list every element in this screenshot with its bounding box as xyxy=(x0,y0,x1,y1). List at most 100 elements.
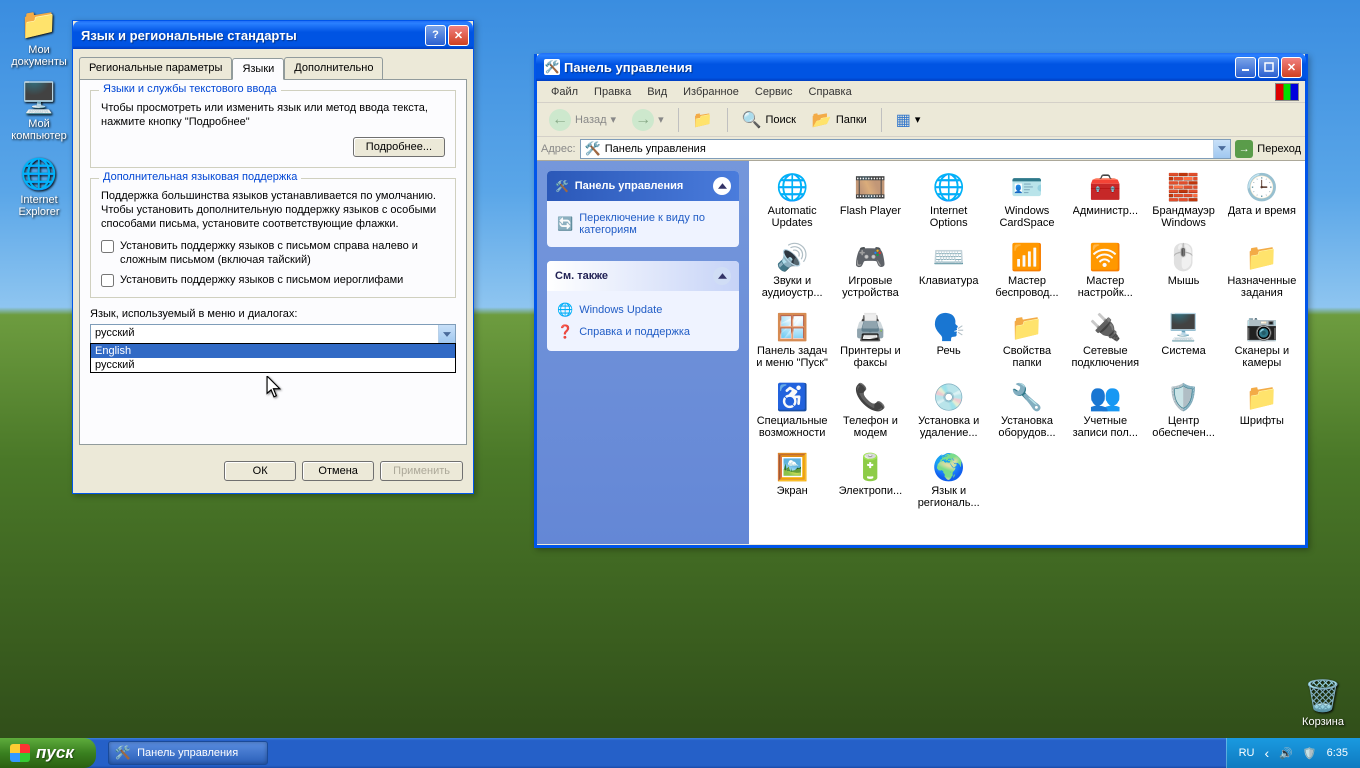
tab-languages[interactable]: Языки xyxy=(232,58,284,80)
control-panel-item[interactable]: 🎞️Flash Player xyxy=(831,169,909,239)
folder-up-icon: 📁 xyxy=(693,110,713,130)
taskbar-button-control-panel[interactable]: 🛠️ Панель управления xyxy=(108,741,268,765)
details-button[interactable]: Подробнее... xyxy=(353,137,445,157)
collapse-button[interactable] xyxy=(713,177,731,195)
cp-item-label: Windows CardSpace xyxy=(991,205,1063,229)
control-panel-item[interactable]: ♿Специальные возможности xyxy=(753,379,831,449)
close-button[interactable]: ✕ xyxy=(1281,57,1302,78)
menu-view[interactable]: Вид xyxy=(639,83,675,101)
tab-regional[interactable]: Региональные параметры xyxy=(79,57,232,79)
language-indicator[interactable]: RU xyxy=(1239,747,1255,759)
side-panel-header[interactable]: 🛠️ Панель управления xyxy=(547,171,739,201)
control-panel-item[interactable]: 📷Сканеры и камеры xyxy=(1223,309,1301,379)
dialog-titlebar[interactable]: Язык и региональные стандарты ? ✕ xyxy=(73,21,473,49)
go-button[interactable]: → Переход xyxy=(1235,140,1301,158)
control-panel-item[interactable]: 🌐Automatic Updates xyxy=(753,169,831,239)
windows-update-link[interactable]: 🌐 Windows Update xyxy=(557,299,729,321)
taskbar-button-label: Панель управления xyxy=(137,747,238,759)
collapse-button[interactable] xyxy=(713,267,731,285)
control-panel-item[interactable]: 🛡️Центр обеспечен... xyxy=(1144,379,1222,449)
control-panel-item[interactable]: 🧰Администр... xyxy=(1066,169,1144,239)
check-rtl-complex[interactable]: Установить поддержку языков с письмом сп… xyxy=(101,239,445,267)
cp-item-label: Язык и региональ... xyxy=(913,485,985,509)
address-dropdown-button[interactable] xyxy=(1213,140,1230,158)
cp-item-icon: 🧰 xyxy=(1089,171,1121,203)
control-panel-item[interactable]: 🌐Internet Options xyxy=(910,169,988,239)
combo-dropdown-button[interactable] xyxy=(438,325,455,343)
control-panel-item[interactable]: 🖼️Экран xyxy=(753,449,831,519)
help-support-link[interactable]: ❓ Справка и поддержка xyxy=(557,321,729,343)
close-button[interactable]: ✕ xyxy=(448,25,469,46)
back-button[interactable]: ← Назад ▾ xyxy=(543,105,622,135)
cp-item-icon: 💿 xyxy=(933,381,965,413)
tab-advanced[interactable]: Дополнительно xyxy=(284,57,383,79)
control-panel-item[interactable]: 🪪Windows CardSpace xyxy=(988,169,1066,239)
address-input[interactable]: 🛠️ Панель управления xyxy=(580,139,1232,159)
control-panel-item[interactable]: 📞Телефон и модем xyxy=(831,379,909,449)
control-panel-item[interactable]: 🔧Установка оборудов... xyxy=(988,379,1066,449)
combo-option-english[interactable]: English xyxy=(91,344,455,358)
control-panel-item[interactable]: 🕒Дата и время xyxy=(1223,169,1301,239)
control-panel-item[interactable]: 📁Назначенные задания xyxy=(1223,239,1301,309)
menu-favorites[interactable]: Избранное xyxy=(675,83,747,101)
cp-item-label: Звуки и аудиоустр... xyxy=(756,275,828,299)
menu-help[interactable]: Справка xyxy=(801,83,860,101)
explorer-titlebar[interactable]: 🛠️ Панель управления ✕ xyxy=(536,53,1306,81)
check-east-asian[interactable]: Установить поддержку языков с письмом ие… xyxy=(101,273,445,287)
control-panel-item[interactable]: 🖱️Мышь xyxy=(1144,239,1222,309)
checkbox-rtl[interactable] xyxy=(101,240,114,253)
minimize-button[interactable] xyxy=(1235,57,1256,78)
control-panel-item[interactable]: 📁Свойства папки xyxy=(988,309,1066,379)
language-combo[interactable]: русский English русский xyxy=(90,324,456,344)
control-panel-item[interactable]: 📁Шрифты xyxy=(1223,379,1301,449)
control-panel-item[interactable]: 🔊Звуки и аудиоустр... xyxy=(753,239,831,309)
control-panel-item[interactable]: 🧱Брандмауэр Windows xyxy=(1144,169,1222,239)
control-panel-item[interactable]: ⌨️Клавиатура xyxy=(910,239,988,309)
search-button[interactable]: 🔍 Поиск xyxy=(736,106,802,134)
my-documents-icon[interactable]: 📁Мои документы xyxy=(6,6,72,68)
tray-expand-icon[interactable]: ‹ xyxy=(1265,745,1270,761)
system-tray: RU ‹ 🔊 🛡️ 6:35 xyxy=(1226,738,1360,768)
menu-file[interactable]: Файл xyxy=(543,83,586,101)
combo-option-russian[interactable]: русский xyxy=(91,358,455,372)
control-panel-item[interactable]: 💿Установка и удаление... xyxy=(910,379,988,449)
recycle-bin-icon[interactable]: 🗑️Корзина xyxy=(1290,678,1356,728)
menu-tools[interactable]: Сервис xyxy=(747,83,801,101)
tray-shield-icon[interactable]: 🛡️ xyxy=(1303,747,1317,760)
windows-logo-icon xyxy=(10,744,30,762)
help-button[interactable]: ? xyxy=(425,25,446,46)
folders-button[interactable]: 📂 Папки xyxy=(806,106,873,134)
up-button[interactable]: 📁 xyxy=(687,106,719,134)
tray-clock[interactable]: 6:35 xyxy=(1327,747,1348,759)
check-label: Установить поддержку языков с письмом ие… xyxy=(120,273,403,287)
start-button[interactable]: пуск xyxy=(0,738,96,768)
control-panel-item[interactable]: 📶Мастер беспровод... xyxy=(988,239,1066,309)
my-computer-icon[interactable]: 🖥️Мой компьютер xyxy=(6,80,72,142)
cp-item-label: Мышь xyxy=(1168,275,1200,287)
control-panel-item[interactable]: 🗣️Речь xyxy=(910,309,988,379)
maximize-button[interactable] xyxy=(1258,57,1279,78)
globe-icon: 🌐 xyxy=(557,302,573,318)
control-panel-item[interactable]: 🖨️Принтеры и факсы xyxy=(831,309,909,379)
control-panel-item[interactable]: 🪟Панель задач и меню "Пуск" xyxy=(753,309,831,379)
cp-item-icon: 🔋 xyxy=(854,451,886,483)
control-panel-item[interactable]: 👥Учетные записи пол... xyxy=(1066,379,1144,449)
control-panel-item[interactable]: 🌍Язык и региональ... xyxy=(910,449,988,519)
cp-item-label: Internet Options xyxy=(913,205,985,229)
views-button[interactable]: ▦ ▾ xyxy=(890,106,927,134)
menu-edit[interactable]: Правка xyxy=(586,83,639,101)
ok-button[interactable]: ОК xyxy=(224,461,296,481)
side-panel-header[interactable]: См. также xyxy=(547,261,739,291)
switch-category-view-link[interactable]: 🔄 Переключение к виду по категориям xyxy=(557,209,729,239)
control-panel-item[interactable]: 🛜Мастер настройк... xyxy=(1066,239,1144,309)
tray-volume-icon[interactable]: 🔊 xyxy=(1279,747,1293,760)
internet-explorer-icon[interactable]: 🌐Internet Explorer xyxy=(6,156,72,218)
cancel-button[interactable]: Отмена xyxy=(302,461,374,481)
control-panel-item[interactable]: 🎮Игровые устройства xyxy=(831,239,909,309)
control-panel-item[interactable]: 🖥️Система xyxy=(1144,309,1222,379)
combo-value[interactable]: русский xyxy=(90,324,456,344)
forward-button[interactable]: → ▾ xyxy=(626,105,670,135)
control-panel-item[interactable]: 🔋Электропи... xyxy=(831,449,909,519)
control-panel-item[interactable]: 🔌Сетевые подключения xyxy=(1066,309,1144,379)
checkbox-cjk[interactable] xyxy=(101,274,114,287)
